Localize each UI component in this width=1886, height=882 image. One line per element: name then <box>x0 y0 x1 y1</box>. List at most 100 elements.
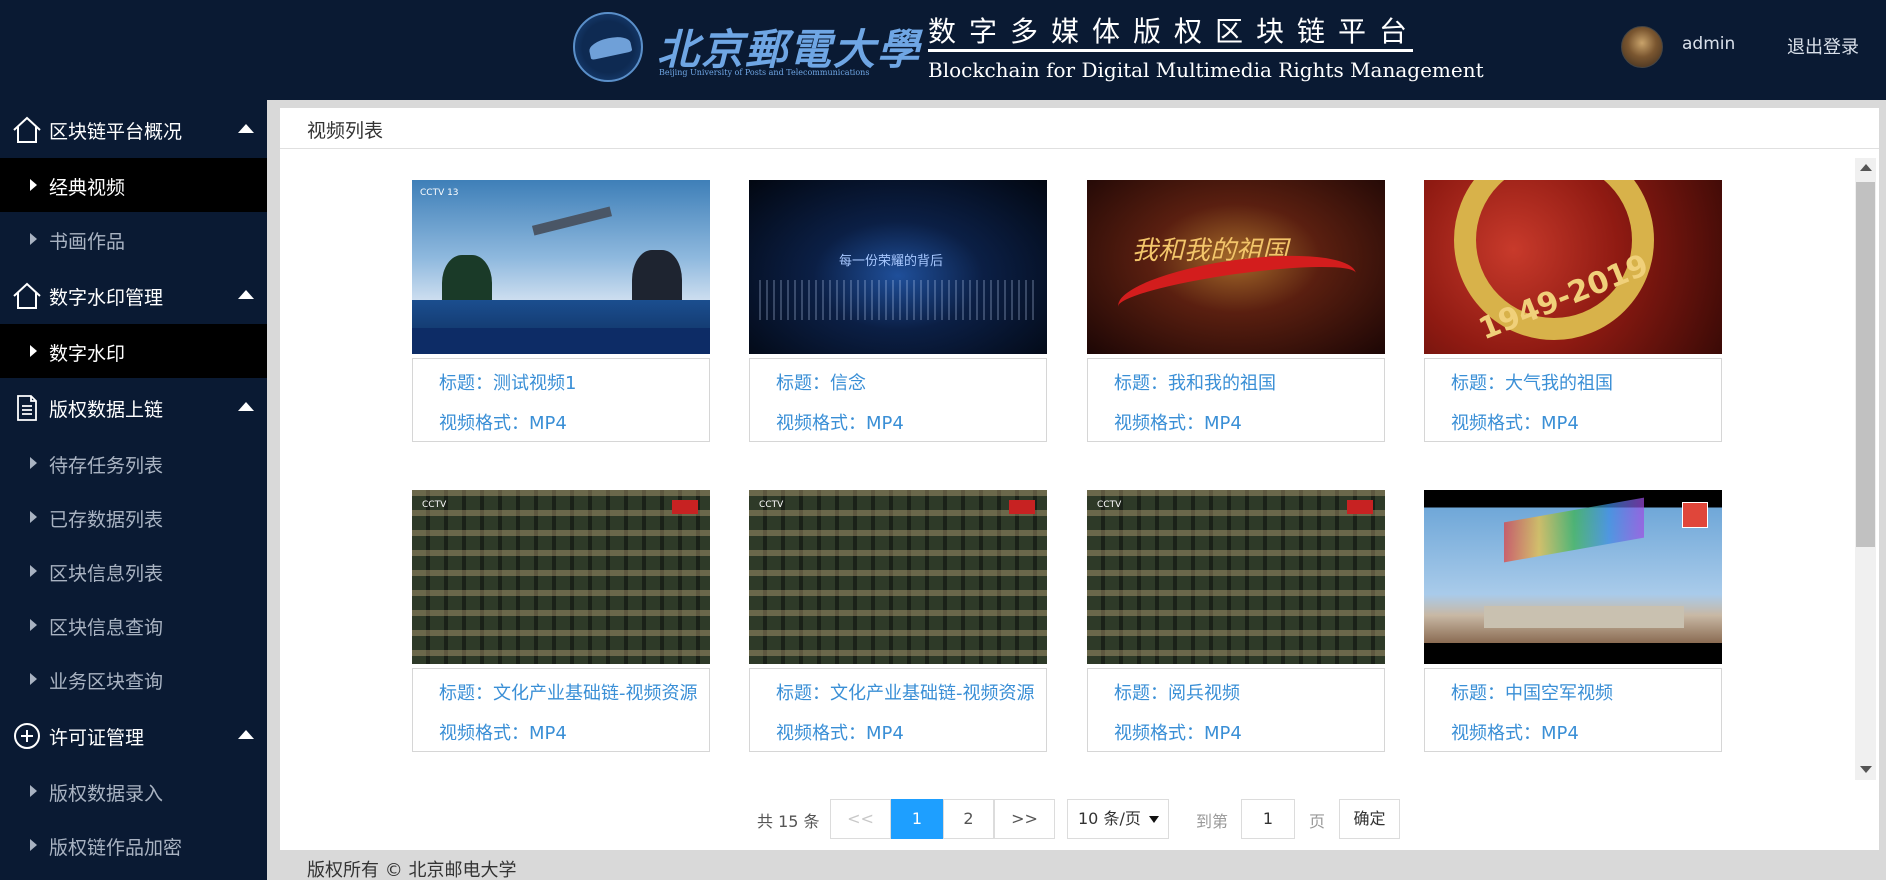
video-thumbnail[interactable]: CCTV 13 <box>412 180 710 354</box>
video-meta: 标题：我和我的祖国 视频格式：MP4 <box>1087 358 1385 442</box>
sidebar-item-block-list[interactable]: 区块信息列表 <box>0 544 267 598</box>
troop-rows <box>1087 490 1385 664</box>
collapse-caret-icon[interactable] <box>238 124 254 133</box>
page-size-value: 10 条/页 <box>1078 809 1141 828</box>
video-meta: 标题：文化产业基础链-视频资源 视频格式：MP4 <box>749 668 1047 752</box>
caret-right-icon <box>30 785 37 797</box>
sidebar-item-label: 待存任务列表 <box>49 455 164 477</box>
video-thumbnail[interactable]: CCTV <box>1087 490 1385 664</box>
page-size-select[interactable]: 10 条/页 <box>1067 799 1169 839</box>
sidebar-item-paintings[interactable]: 书画作品 <box>0 212 267 266</box>
sidebar-item-label: 经典视频 <box>49 177 126 199</box>
sidebar-item-label: 已存数据列表 <box>49 509 164 531</box>
video-meta: 标题：大气我的祖国 视频格式：MP4 <box>1424 358 1722 442</box>
video-card[interactable]: 每一份荣耀的背后 标题：信念 视频格式：MP4 <box>749 180 1047 443</box>
sidebar-item-work-encryption[interactable]: 版权链作品加密 <box>0 818 267 872</box>
sidebar-section-label: 许可证管理 <box>49 727 145 749</box>
channel-badge <box>1682 502 1708 528</box>
pagination-total: 共 15 条 <box>757 812 820 831</box>
confirm-page-button[interactable]: 确定 <box>1339 799 1400 839</box>
home-icon <box>13 282 41 309</box>
goto-page-input[interactable]: 1 <box>1241 799 1295 839</box>
video-format: 视频格式：MP4 <box>1114 413 1242 434</box>
video-format: 视频格式：MP4 <box>1451 413 1579 434</box>
collapse-caret-icon[interactable] <box>238 402 254 411</box>
live-badge <box>672 500 698 514</box>
video-title[interactable]: 标题：阅兵视频 <box>1114 679 1240 705</box>
video-title[interactable]: 标题：文化产业基础链-视频资源 <box>439 679 698 705</box>
video-format: 视频格式：MP4 <box>1114 723 1242 744</box>
video-format: 视频格式：MP4 <box>776 413 904 434</box>
username[interactable]: admin <box>1682 34 1735 54</box>
video-thumbnail[interactable] <box>1424 490 1722 664</box>
live-badge <box>1347 500 1373 514</box>
platform-title-cn: 数字多媒体版权区块链平台 <box>928 15 1421 48</box>
troop-rows <box>749 490 1047 664</box>
sidebar-item-label: 区块信息查询 <box>49 617 164 639</box>
sidebar-item-business-block-query[interactable]: 业务区块查询 <box>0 652 267 706</box>
collapse-caret-icon[interactable] <box>238 290 254 299</box>
thumbnail-text: 每一份荣耀的背后 <box>839 254 944 269</box>
user-avatar[interactable] <box>1621 26 1663 68</box>
panel-title: 视频列表 <box>307 120 384 142</box>
live-badge <box>1009 500 1035 514</box>
video-title[interactable]: 标题：中国空军视频 <box>1451 679 1613 705</box>
video-title[interactable]: 标题：信念 <box>776 369 866 395</box>
goto-label: 到第 <box>1196 812 1229 831</box>
troop-rows <box>412 490 710 664</box>
colored-smoke-trails <box>1504 497 1644 563</box>
sidebar-section-watermark[interactable]: 数字水印管理 <box>0 266 267 324</box>
footer-copyright: 版权所有 © 北京邮电大学 <box>307 860 517 881</box>
sidebar-item-label: 区块信息列表 <box>49 563 164 585</box>
video-card[interactable]: CCTV 标题：文化产业基础链-视频资源 视频格式：MP4 <box>749 490 1047 753</box>
caret-right-icon <box>30 839 37 851</box>
vertical-scrollbar[interactable] <box>1855 158 1876 780</box>
light-particles <box>759 280 1037 320</box>
sidebar-section-license[interactable]: 许可证管理 <box>0 706 267 764</box>
sidebar-item-rights-entry[interactable]: 版权数据录入 <box>0 764 267 818</box>
video-thumbnail[interactable]: 1949-2019 <box>1424 180 1722 354</box>
video-thumbnail[interactable]: 我和我的祖国 <box>1087 180 1385 354</box>
sidebar-item-label: 版权数据录入 <box>49 783 164 805</box>
scroll-down-arrow-icon[interactable] <box>1860 766 1872 773</box>
caret-right-icon <box>30 345 37 357</box>
channel-bug: CCTV <box>422 500 447 510</box>
plus-circle-icon <box>14 723 40 749</box>
platform-title-en: Blockchain for Digital Multimedia Rights… <box>928 58 1484 82</box>
video-thumbnail[interactable]: CCTV <box>412 490 710 664</box>
sidebar-item-classic-videos[interactable]: 经典视频 <box>0 158 267 212</box>
video-title[interactable]: 标题：我和我的祖国 <box>1114 369 1276 395</box>
next-page-button[interactable]: >> <box>994 799 1055 839</box>
page-button-1[interactable]: 1 <box>891 799 943 839</box>
prev-page-button[interactable]: << <box>830 799 891 839</box>
video-title[interactable]: 标题：文化产业基础链-视频资源 <box>776 679 1035 705</box>
collapse-caret-icon[interactable] <box>238 730 254 739</box>
video-thumbnail[interactable]: 每一份荣耀的背后 <box>749 180 1047 354</box>
sidebar-section-overview[interactable]: 区块链平台概况 <box>0 100 267 158</box>
video-card[interactable]: CCTV 标题：阅兵视频 视频格式：MP4 <box>1087 490 1385 753</box>
sidebar-section-upload[interactable]: 版权数据上链 <box>0 378 267 436</box>
video-format: 视频格式：MP4 <box>1451 723 1579 744</box>
video-thumbnail[interactable]: CCTV <box>749 490 1047 664</box>
sidebar-item-block-query[interactable]: 区块信息查询 <box>0 598 267 652</box>
video-meta: 标题：信念 视频格式：MP4 <box>749 358 1047 442</box>
video-title[interactable]: 标题：测试视频1 <box>439 369 576 395</box>
sidebar-item-pending-tasks[interactable]: 待存任务列表 <box>0 436 267 490</box>
video-title[interactable]: 标题：大气我的祖国 <box>1451 369 1613 395</box>
video-card[interactable]: 我和我的祖国 标题：我和我的祖国 视频格式：MP4 <box>1087 180 1385 443</box>
sidebar-section-label: 版权数据上链 <box>49 399 164 421</box>
page-button-2[interactable]: 2 <box>943 799 994 839</box>
sidebar-section-label: 数字水印管理 <box>49 287 164 309</box>
video-card[interactable]: 标题：中国空军视频 视频格式：MP4 <box>1424 490 1722 753</box>
scroll-up-arrow-icon[interactable] <box>1860 164 1872 171</box>
sidebar-item-stored-data[interactable]: 已存数据列表 <box>0 490 267 544</box>
video-card[interactable]: CCTV 13 标题：测试视频1 视频格式：MP4 <box>412 180 710 443</box>
sidebar-item-digital-watermark[interactable]: 数字水印 <box>0 324 267 378</box>
logout-link[interactable]: 退出登录 <box>1787 33 1859 59</box>
sidebar-item-label: 业务区块查询 <box>49 671 164 693</box>
video-card[interactable]: CCTV 标题：文化产业基础链-视频资源 视频格式：MP4 <box>412 490 710 753</box>
video-format: 视频格式：MP4 <box>776 723 904 744</box>
scroll-thumb[interactable] <box>1856 182 1875 547</box>
logo-english-name: Beijing University of Posts and Telecomm… <box>659 68 870 77</box>
video-card[interactable]: 1949-2019 标题：大气我的祖国 视频格式：MP4 <box>1424 180 1722 443</box>
